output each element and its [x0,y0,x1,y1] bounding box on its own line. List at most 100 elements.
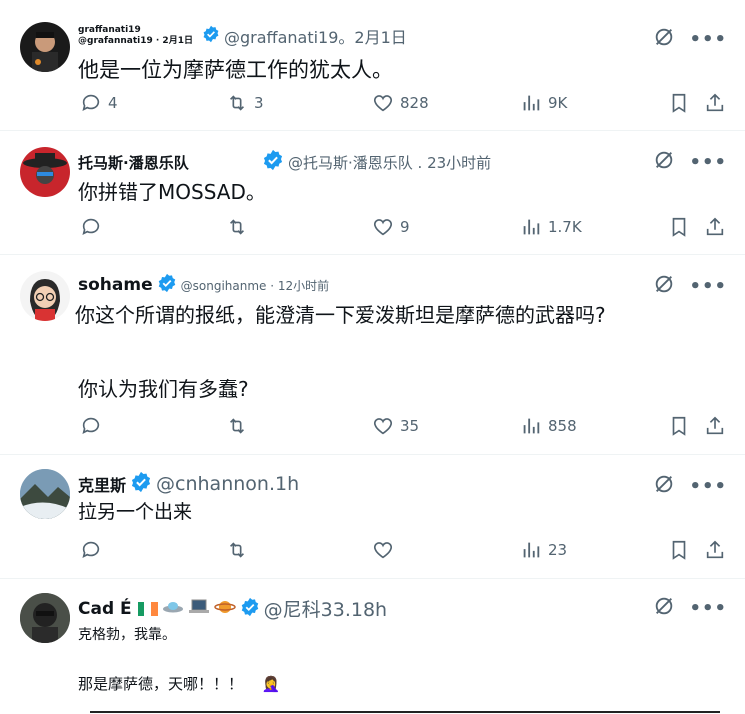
share-button[interactable] [704,216,726,238]
verified-badge-icon [130,471,152,497]
view-count: 23 [548,541,568,559]
views-icon [523,542,540,558]
avatar[interactable] [20,271,70,321]
tweet-card[interactable]: Cad É @尼科33.18h ••• 克格勃，我靠。 那是摩萨德，天哪！！！ … [0,579,745,714]
laptop-icon [188,599,210,619]
tweet-text-line-1: 克格勃，我靠。 [78,627,176,643]
bookmark-button[interactable] [668,415,690,437]
bookmark-button[interactable] [668,539,690,561]
heart-icon [373,95,393,112]
views-button[interactable]: 9K [520,92,567,114]
retweet-icon [229,542,245,558]
more-options-icon[interactable]: ••• [689,152,727,173]
retweet-icon [229,95,245,111]
tweet-actions: 23 [80,539,728,563]
verified-badge-icon [240,597,260,621]
tweet-card[interactable]: 托马斯·潘恩乐队 @托马斯·潘恩乐队 . 23小时前 ••• 你拼错了MOSSA… [0,131,745,255]
tweet-text: 他是一位为摩萨德工作的犹太人。 [78,58,393,82]
reply-icon [82,541,100,558]
grok-icon[interactable] [653,595,675,621]
heart-icon [373,542,393,559]
bookmark-button[interactable] [668,92,690,114]
author-name[interactable]: sohame [78,275,153,295]
handle-and-time[interactable]: @托马斯·潘恩乐队 . 23小时前 [288,152,491,173]
tweet-text-line-2: 那是摩萨德，天哪！！！ 🤦‍♀️ [78,673,280,694]
tweet-header: 托马斯·潘恩乐队 @托马斯·潘恩乐队 . 23小时前 [78,149,491,175]
avatar[interactable] [20,147,70,197]
reply-button[interactable] [80,216,108,238]
irish-flag-icon [137,601,158,616]
tweet-header: graffanati19 @grafannati19 · 2月1日 @graff… [78,24,407,48]
view-count: 1.7K [548,218,582,236]
like-count: 35 [400,417,420,435]
reply-button[interactable]: 4 [80,92,118,114]
share-icon [706,217,724,236]
grok-icon[interactable] [653,273,675,299]
like-button[interactable] [372,539,400,561]
like-button[interactable]: 9 [372,216,410,238]
more-options-icon[interactable]: ••• [689,276,727,297]
tweet-card[interactable]: sohame @songihanme · 12小时前 ••• 你这个所谓的报纸，… [0,255,745,455]
share-icon [706,416,724,435]
share-icon [706,93,724,112]
like-count: 9 [400,218,410,236]
author-name[interactable]: Cad É [78,599,132,619]
tweet-header: sohame @songihanme · 12小时前 [78,273,329,297]
share-icon [706,540,724,559]
handle-and-time[interactable]: @graffanati19。2月1日 [224,24,407,48]
grok-icon[interactable] [653,473,675,499]
facepalm-emoji: 🤦‍♀️ [261,675,281,693]
like-button[interactable]: 828 [372,92,429,114]
tweet-header: 克里斯 @cnhannon.1h [78,471,299,497]
more-options-icon[interactable]: ••• [689,598,727,619]
author-name[interactable]: 克里斯 [78,472,126,496]
ufo-icon [162,599,184,619]
avatar[interactable] [20,22,70,72]
bookmark-icon [672,540,686,560]
author-name[interactable]: graffanati19 @grafannati19 · 2月1日 [78,25,198,47]
views-icon [523,95,540,111]
views-icon [523,219,540,235]
like-button[interactable]: 35 [372,415,419,437]
avatar[interactable] [20,469,70,519]
reply-count: 4 [108,94,118,112]
views-icon [523,418,540,434]
tweet-actions: 35 858 [80,415,728,439]
handle-and-time[interactable]: @尼科33.18h [264,595,387,622]
more-options-icon[interactable]: ••• [689,29,727,50]
tweet-card[interactable]: graffanati19 @grafannati19 · 2月1日 @graff… [0,0,745,131]
bookmark-button[interactable] [668,216,690,238]
handle-and-time[interactable]: @cnhannon.1h [156,473,299,495]
grok-icon[interactable] [653,149,675,175]
bookmark-icon [672,93,686,113]
bottom-divider [90,711,720,713]
reply-button[interactable] [80,539,108,561]
tweet-text: 你拼错了MOSSAD。 [78,180,266,204]
more-options-icon[interactable]: ••• [689,476,727,497]
share-button[interactable] [704,92,726,114]
retweet-count: 3 [254,94,264,112]
author-name[interactable]: 托马斯·潘恩乐队 [78,152,258,173]
grok-icon[interactable] [653,26,675,52]
retweet-button[interactable] [226,415,254,437]
share-button[interactable] [704,415,726,437]
tweet-text: 拉另一个出来 [78,501,193,523]
avatar[interactable] [20,593,70,643]
retweet-button[interactable] [226,216,254,238]
verified-badge-icon [262,149,284,175]
retweet-icon [229,219,245,235]
retweet-button[interactable] [226,539,254,561]
views-button[interactable]: 858 [520,415,577,437]
views-button[interactable]: 23 [520,539,567,561]
tweet-header: Cad É @尼科33.18h [78,595,387,622]
views-button[interactable]: 1.7K [520,216,582,238]
reply-icon [82,218,100,235]
share-button[interactable] [704,539,726,561]
bookmark-icon [672,416,686,436]
reply-button[interactable] [80,415,108,437]
retweet-button[interactable]: 3 [226,92,264,114]
reply-icon [82,94,100,111]
handle-and-time[interactable]: @songihanme · 12小时前 [181,277,330,294]
tweet-card[interactable]: 克里斯 @cnhannon.1h ••• 拉另一个出来 23 [0,455,745,579]
tweet-text-line-2: 你认为我们有多蠢? [78,377,249,401]
